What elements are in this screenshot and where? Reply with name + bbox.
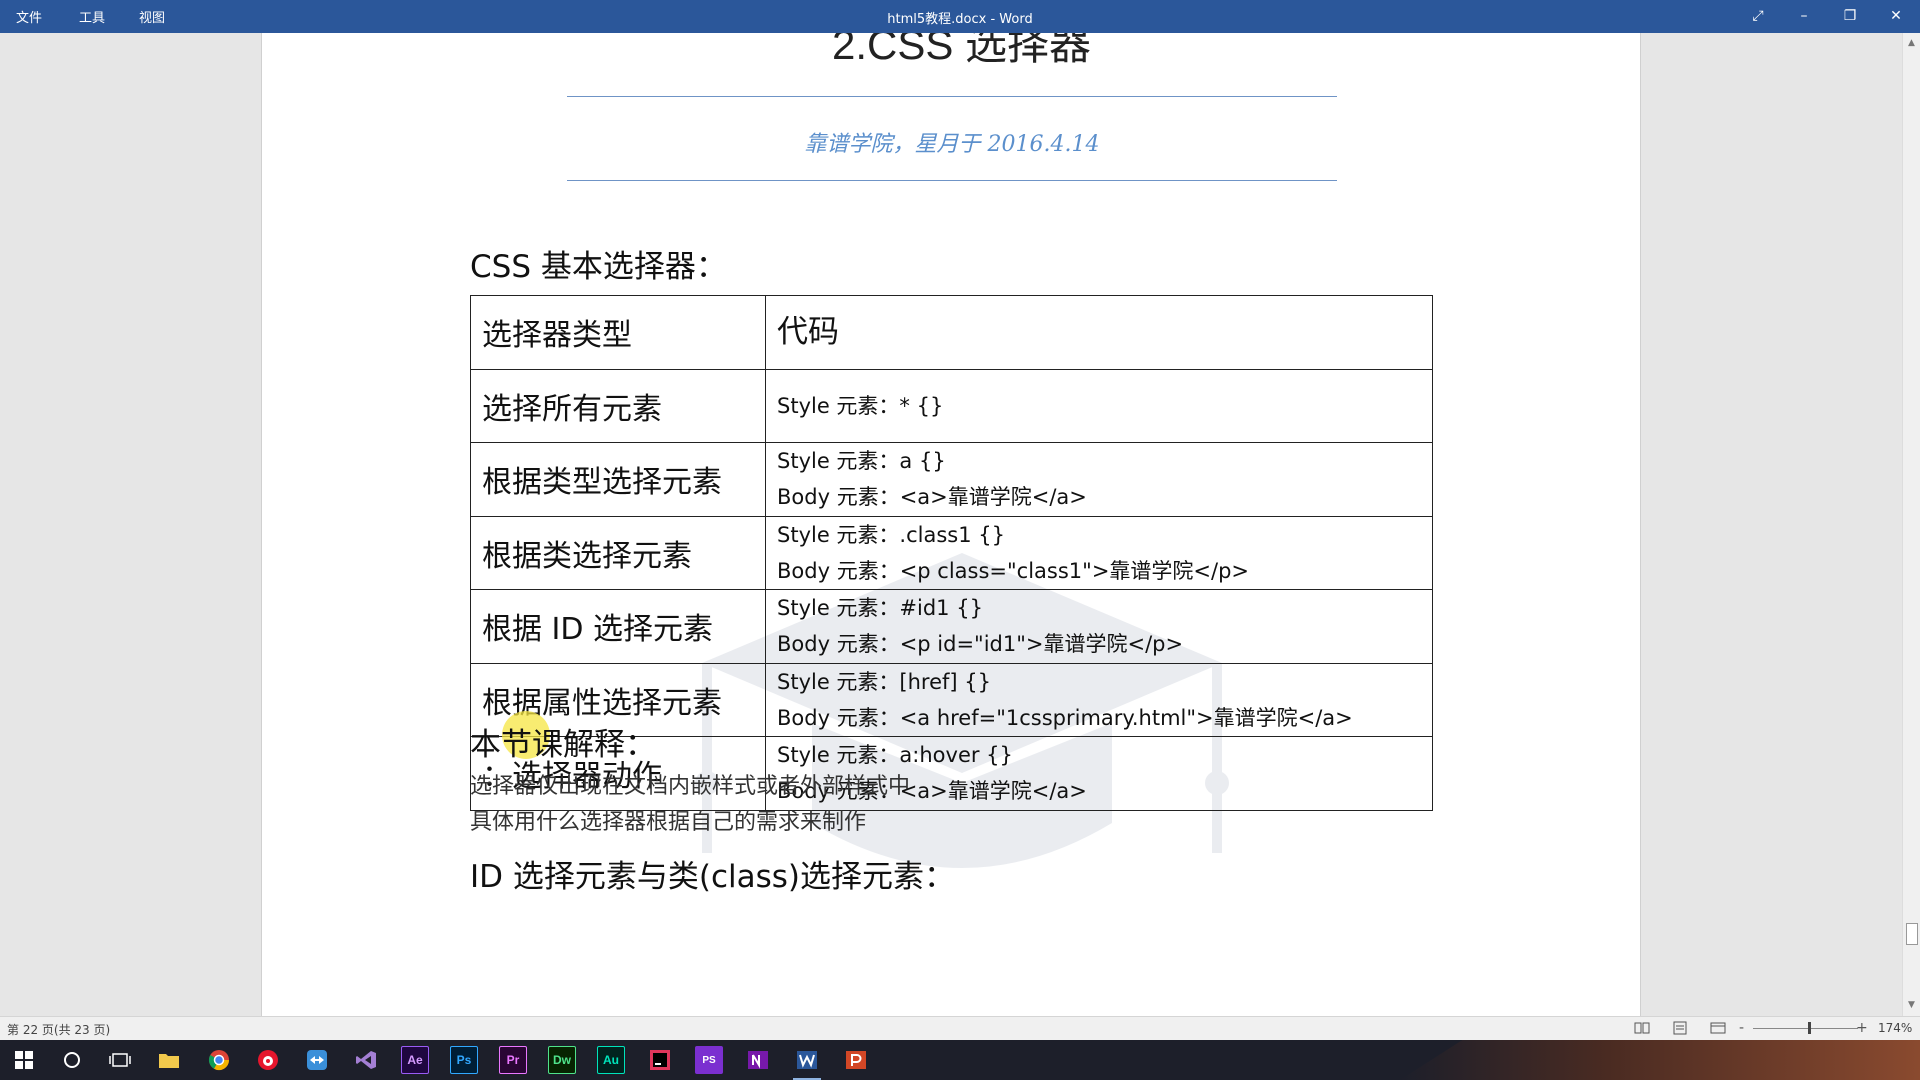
zoom-slider[interactable] bbox=[1753, 1028, 1858, 1029]
file-explorer-icon[interactable] bbox=[155, 1046, 183, 1074]
taskbar-wallpaper bbox=[1400, 1040, 1920, 1080]
section-heading-basic-selectors: CSS 基本选择器： bbox=[470, 249, 727, 285]
minimize-icon[interactable]: – bbox=[1790, 5, 1818, 27]
code-cell: Style 元素：* {} bbox=[765, 368, 1433, 443]
word-icon[interactable] bbox=[793, 1046, 821, 1080]
code-line: Style 元素：* {} bbox=[777, 393, 944, 418]
chapter-heading: 2.CSS 选择器 bbox=[832, 33, 1092, 68]
photoshop-icon[interactable]: Ps bbox=[450, 1046, 478, 1074]
read-mode-icon[interactable] bbox=[1631, 1020, 1653, 1036]
table-row: 根据 ID 选择元素 Style 元素：#id1 {} Body 元素：<p i… bbox=[470, 589, 1433, 664]
selector-type-cell: 选择所有元素 bbox=[470, 368, 766, 443]
window-title: html5教程.docx - Word bbox=[887, 12, 1033, 27]
table-row: 根据类选择元素 Style 元素：.class1 {} Body 元素：<p c… bbox=[470, 515, 1433, 590]
phpstorm-icon[interactable]: PS bbox=[695, 1046, 723, 1074]
zoom-in-button[interactable]: + bbox=[1856, 1020, 1868, 1036]
weibo-icon[interactable] bbox=[254, 1046, 282, 1074]
page-count[interactable]: 第 22 页(共 23 页) bbox=[7, 1021, 110, 1038]
close-icon[interactable]: ✕ bbox=[1882, 5, 1910, 27]
code-line: Style 元素：a {} bbox=[777, 449, 946, 474]
code-line: Body 元素：<a href="1cssprimary.html">靠谱学院<… bbox=[777, 705, 1353, 730]
code-line: Body 元素：<a>靠谱学院</a> bbox=[777, 485, 1087, 510]
task-view-icon[interactable] bbox=[106, 1046, 134, 1074]
selector-type-cell: 根据类选择元素 bbox=[470, 515, 766, 590]
subtitle: 靠谱学院，星月于 2016.4.14 bbox=[804, 132, 1100, 157]
chrome-icon[interactable] bbox=[205, 1046, 233, 1074]
zoom-level[interactable]: 174% bbox=[1878, 1021, 1912, 1035]
print-layout-icon[interactable] bbox=[1669, 1020, 1691, 1036]
zoom-out-button[interactable]: - bbox=[1739, 1020, 1744, 1036]
code-line: Body 元素：<p class="class1">靠谱学院</p> bbox=[777, 558, 1250, 583]
search-icon[interactable] bbox=[58, 1046, 86, 1074]
header-cell-type: 选择器类型 bbox=[470, 295, 766, 370]
windows-start-icon[interactable] bbox=[10, 1046, 38, 1074]
code-line: Style 元素：#id1 {} bbox=[777, 596, 983, 621]
vertical-scrollbar[interactable]: ▲ ▼ bbox=[1902, 33, 1920, 1016]
table-row: 根据类型选择元素 Style 元素：a {} Body 元素：<a>靠谱学院</… bbox=[470, 442, 1433, 517]
code-line: Body 元素：<p id="id1">靠谱学院</p> bbox=[777, 632, 1184, 657]
selector-type-cell: 根据类型选择元素 bbox=[470, 442, 766, 517]
table-row: 选择所有元素 Style 元素：* {} bbox=[470, 368, 1433, 443]
scroll-down-icon[interactable]: ▼ bbox=[1903, 997, 1920, 1014]
section-heading-id-class: ID 选择元素与类(class)选择元素： bbox=[470, 859, 956, 895]
document-page[interactable]: 2.CSS 选择器 靠谱学院，星月于 2016.4.14 CSS 基本选择器： … bbox=[261, 33, 1641, 1016]
dreamweaver-icon[interactable]: Dw bbox=[548, 1046, 576, 1074]
visual-studio-icon[interactable] bbox=[352, 1046, 380, 1074]
fullscreen-icon[interactable]: ⤢ bbox=[1744, 5, 1772, 27]
code-cell: Style 元素：.class1 {} Body 元素：<p class="cl… bbox=[765, 515, 1433, 590]
scroll-up-icon[interactable]: ▲ bbox=[1903, 35, 1920, 52]
rule-top bbox=[567, 96, 1337, 97]
audition-icon[interactable]: Au bbox=[597, 1046, 625, 1074]
scroll-thumb[interactable] bbox=[1906, 923, 1918, 945]
code-line: Style 元素：.class1 {} bbox=[777, 522, 1005, 547]
table-header-row: 选择器类型 代码 bbox=[470, 295, 1433, 370]
after-effects-icon[interactable]: Ae bbox=[401, 1046, 429, 1074]
code-cell: Style 元素：a {} Body 元素：<a>靠谱学院</a> bbox=[765, 442, 1433, 517]
onenote-icon[interactable] bbox=[744, 1046, 772, 1074]
taskbar: Ae Ps Pr Dw Au PS bbox=[0, 1040, 1920, 1080]
rule-bottom bbox=[567, 180, 1337, 181]
zoom-slider-thumb[interactable] bbox=[1808, 1022, 1811, 1034]
code-cell: Style 元素：#id1 {} Body 元素：<p id="id1">靠谱学… bbox=[765, 589, 1433, 664]
explanation-line: 选择器仅出现在文档内嵌样式或者外部样式中 bbox=[470, 774, 911, 799]
restore-icon[interactable]: ❐ bbox=[1836, 5, 1864, 27]
document-area[interactable]: 2.CSS 选择器 靠谱学院，星月于 2016.4.14 CSS 基本选择器： … bbox=[0, 33, 1902, 1016]
status-bar: 第 22 页(共 23 页) - + 174% bbox=[0, 1016, 1920, 1040]
explanation-line: 具体用什么选择器根据自己的需求来制作 bbox=[470, 810, 867, 835]
teamviewer-icon[interactable] bbox=[303, 1046, 331, 1074]
selector-type-cell: 根据 ID 选择元素 bbox=[470, 589, 766, 664]
title-bar: 文件 工具 视图 html5教程.docx - Word ⤢ – ❐ ✕ bbox=[0, 0, 1920, 33]
intellij-icon[interactable] bbox=[646, 1046, 674, 1074]
web-layout-icon[interactable] bbox=[1707, 1020, 1729, 1036]
section-heading-explanation: 本节课解释： bbox=[470, 727, 656, 763]
header-cell-code: 代码 bbox=[765, 295, 1433, 370]
powerpoint-icon[interactable] bbox=[842, 1046, 870, 1074]
code-line: Style 元素：[href] {} bbox=[777, 669, 991, 694]
premiere-icon[interactable]: Pr bbox=[499, 1046, 527, 1074]
code-cell: Style 元素：[href] {} Body 元素：<a href="1css… bbox=[765, 662, 1433, 737]
